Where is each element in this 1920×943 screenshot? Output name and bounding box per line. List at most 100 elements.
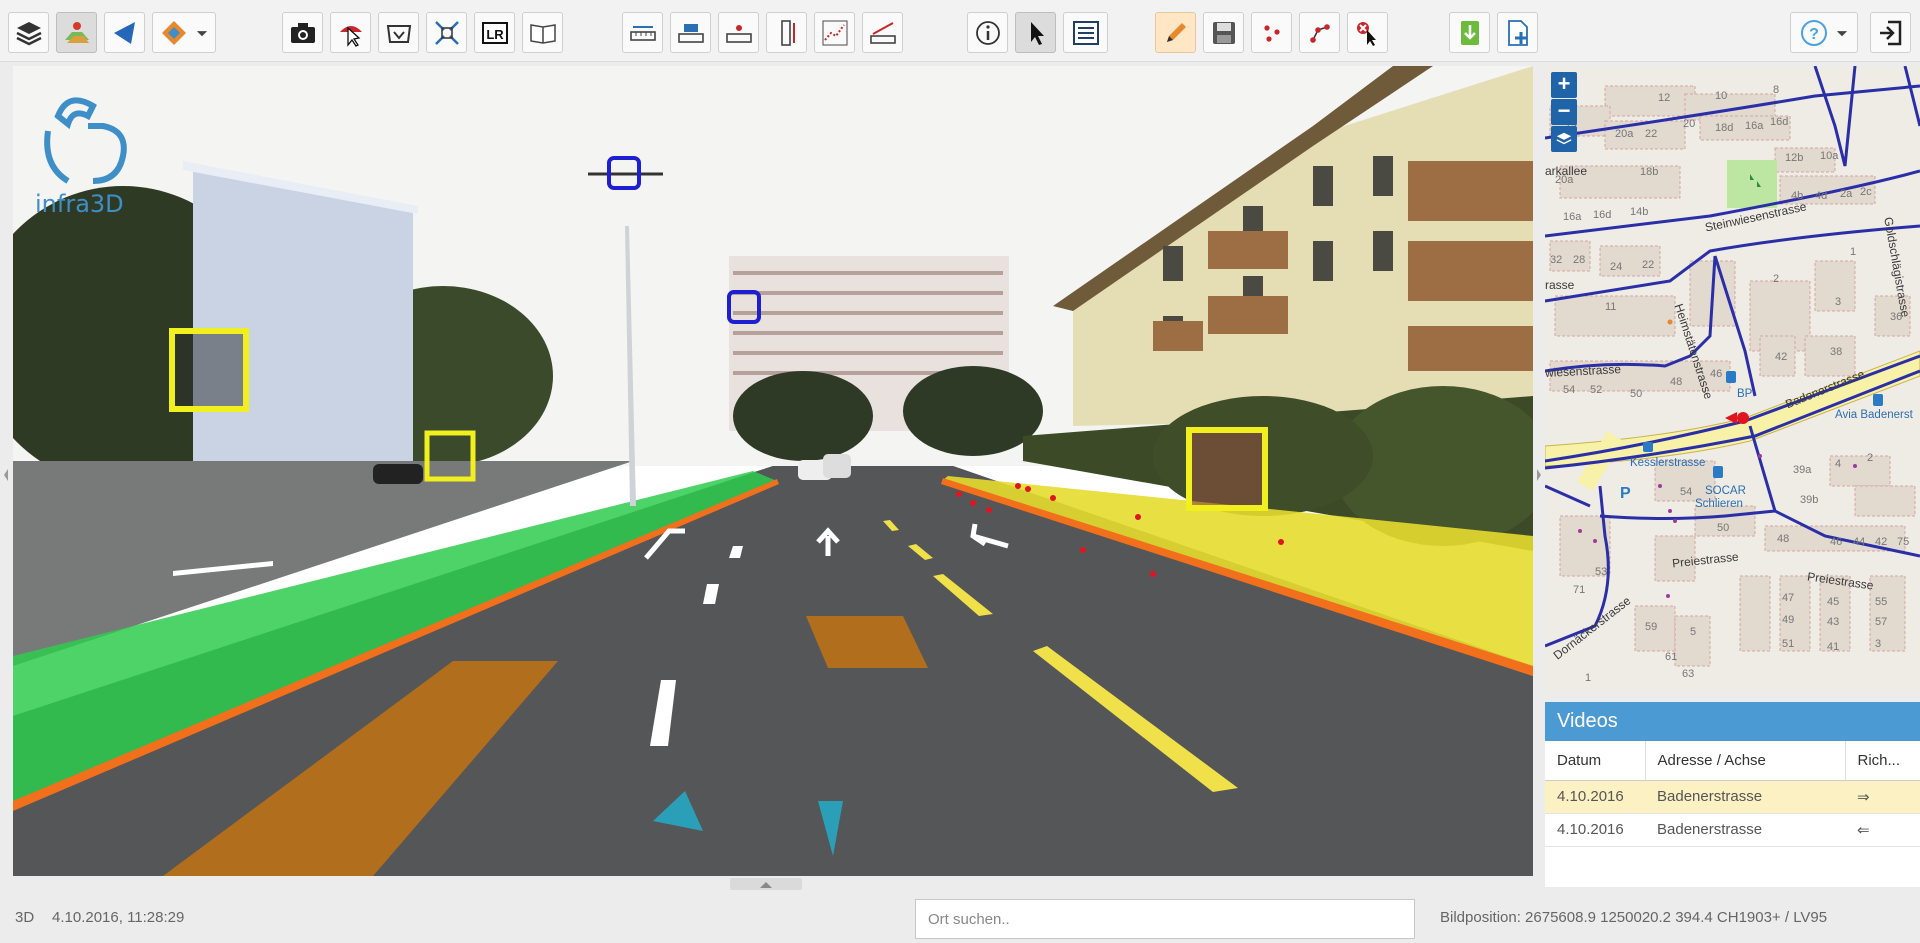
house-number: 55	[1875, 596, 1888, 608]
house-number: 22	[1645, 128, 1658, 140]
house-number: 39a	[1793, 464, 1812, 476]
column-header-richtung[interactable]: Rich...	[1845, 741, 1920, 781]
vertical-ruler-button[interactable]	[766, 12, 807, 53]
house-number: 57	[1875, 616, 1888, 628]
cell-adresse: Badenerstrasse	[1645, 813, 1845, 847]
house-number: 36	[1890, 311, 1903, 323]
cell-datum: 4.10.2016	[1545, 813, 1645, 847]
zoom-in-button[interactable]: +	[1551, 72, 1577, 98]
help-icon: ?	[1801, 19, 1827, 46]
map-layers-button[interactable]	[56, 12, 97, 53]
street-scene	[13, 66, 1533, 876]
svg-text:LR: LR	[486, 27, 504, 42]
slope-ruler-button[interactable]	[862, 12, 903, 53]
house-number: 10a	[1820, 150, 1839, 162]
layers-icon	[1556, 132, 1572, 145]
layers-button[interactable]	[8, 12, 49, 53]
cell-datum: 4.10.2016	[1545, 780, 1645, 814]
nav-arrow-button[interactable]	[104, 12, 145, 53]
info-button[interactable]	[967, 12, 1008, 53]
street-image-viewer[interactable]: infra3D	[13, 66, 1533, 876]
table-row[interactable]: 4.10.2016 Badenerstrasse ⇐	[1545, 813, 1920, 847]
house-number: 16d	[1593, 209, 1612, 221]
house-number: 52	[1590, 384, 1603, 396]
house-number: 49	[1782, 614, 1795, 626]
right-panel-toggle-icon[interactable]	[1535, 455, 1543, 495]
pointer-cloud-icon	[339, 25, 362, 47]
select-button[interactable]	[1015, 12, 1056, 53]
house-number: 54	[1680, 486, 1693, 498]
point-ruler-button[interactable]	[718, 12, 759, 53]
house-number: 59	[1645, 621, 1658, 633]
cell-richtung: ⇒	[1845, 780, 1920, 814]
dropdown-chevron-icon	[196, 30, 208, 36]
logout-button[interactable]	[1870, 12, 1911, 53]
table-header-row: Datum Adresse / Achse Rich...	[1545, 741, 1920, 781]
house-number: 2c	[1860, 186, 1872, 198]
measure-frame-button[interactable]	[378, 12, 419, 53]
column-header-adresse[interactable]: Adresse / Achse	[1645, 741, 1846, 781]
house-number: 75	[1897, 536, 1910, 548]
triangle-nav-icon	[113, 21, 135, 44]
height-ruler-button[interactable]	[670, 12, 711, 53]
house-number: 20a	[1555, 174, 1574, 186]
pencil-icon	[1166, 22, 1186, 42]
delete-point-button[interactable]	[1347, 12, 1388, 53]
house-number: 16a	[1745, 120, 1764, 132]
delete-cursor-icon	[1356, 21, 1376, 46]
pointer-cloud-button[interactable]	[330, 12, 371, 53]
cell-adresse: Badenerstrasse	[1645, 780, 1845, 814]
house-number: 3	[1875, 638, 1882, 650]
capture-datetime: 4.10.2016, 11:28:29	[52, 909, 185, 926]
overview-map[interactable]: P Steinwiesenstrasse Badenerstrasse Prei…	[1545, 66, 1920, 690]
fit-extent-button[interactable]	[426, 12, 467, 53]
house-number: 24	[1610, 261, 1623, 273]
node-edit-button[interactable]	[1299, 12, 1340, 53]
save-button[interactable]	[1203, 12, 1244, 53]
chevron-up-icon	[760, 882, 772, 888]
house-number: 44	[1853, 536, 1866, 548]
edit-button[interactable]	[1155, 12, 1196, 53]
street-label: rasse	[1545, 278, 1575, 292]
select-arrow-icon	[1030, 21, 1044, 45]
zoom-out-button[interactable]: −	[1551, 99, 1577, 125]
profile-chart-button[interactable]	[814, 12, 855, 53]
left-panel-toggle-icon[interactable]	[2, 455, 10, 495]
house-number: 71	[1573, 584, 1586, 596]
poi-label: SOCAR	[1705, 485, 1746, 497]
house-number: 42	[1775, 351, 1788, 363]
distance-ruler-icon	[629, 25, 656, 41]
house-number: 1	[1585, 672, 1592, 684]
map-layers-button[interactable]	[1551, 126, 1577, 152]
bottom-panel-toggle[interactable]	[730, 878, 802, 890]
location-search-input[interactable]	[915, 899, 1415, 939]
svg-text:?: ?	[1809, 26, 1819, 43]
poi-label: BP	[1737, 388, 1753, 400]
distance-ruler-button[interactable]	[622, 12, 663, 53]
list-button[interactable]	[1063, 12, 1108, 53]
column-header-datum[interactable]: Datum	[1545, 741, 1646, 781]
download-button[interactable]	[1449, 12, 1490, 53]
house-number: 42	[1875, 536, 1888, 548]
poi-label: Kesslerstrasse	[1630, 457, 1706, 469]
help-dropdown[interactable]: ?	[1790, 12, 1858, 53]
cell-richtung: ⇐	[1845, 813, 1920, 847]
house-number: 39b	[1800, 494, 1819, 506]
add-document-button[interactable]	[1497, 12, 1538, 53]
house-number: 45	[1827, 596, 1840, 608]
points-button[interactable]	[1251, 12, 1292, 53]
videos-title: Videos	[1545, 702, 1920, 741]
map-book-button[interactable]	[522, 12, 563, 53]
house-number: 46	[1710, 368, 1723, 380]
table-row[interactable]: 4.10.2016 Badenerstrasse ⇒	[1545, 780, 1920, 814]
house-number: 28	[1573, 254, 1586, 266]
color-layer-dropdown[interactable]	[152, 12, 216, 53]
image-position-readout: Bildposition: 2675608.9 1250020.2 394.4 …	[1440, 909, 1828, 926]
add-document-icon	[1507, 19, 1528, 46]
lr-toggle-button[interactable]: LR	[474, 12, 515, 53]
house-number: 63	[1682, 668, 1695, 680]
house-number: 54	[1563, 384, 1576, 396]
camera-button[interactable]	[282, 12, 323, 53]
house-number: 38	[1830, 346, 1843, 358]
house-number: 4d	[1815, 190, 1828, 202]
